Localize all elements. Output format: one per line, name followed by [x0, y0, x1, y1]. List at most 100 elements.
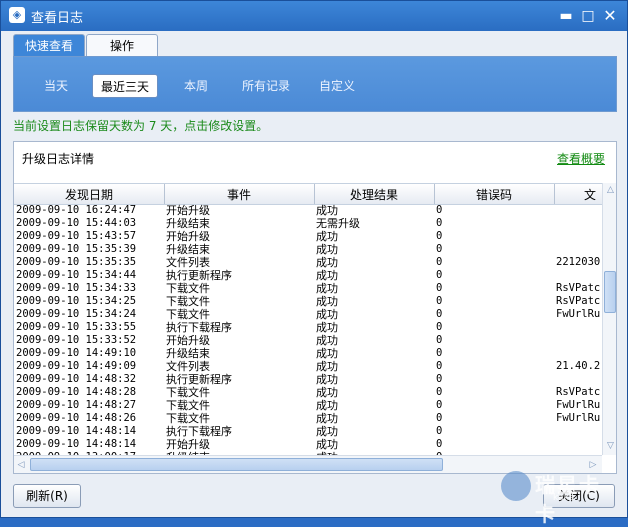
cell-date: 2009-09-10 14:48:14 [16, 425, 137, 437]
cell-date: 2009-09-10 15:34:44 [16, 269, 137, 281]
cell-date: 2009-09-10 15:35:35 [16, 256, 137, 268]
cell-file: RsVPatc [556, 295, 600, 307]
vertical-scrollbar[interactable]: △ ▽ [602, 183, 616, 455]
maximize-button[interactable]: □ [579, 7, 597, 25]
cell-error-code: 0 [436, 204, 443, 216]
view-overview-link[interactable]: 查看概要 [557, 150, 605, 167]
cell-error-code: 0 [436, 373, 443, 385]
cell-error-code: 0 [436, 386, 443, 398]
table-row[interactable]: 2009-09-10 15:34:25 下载文件 成功 0 RsVPatc [14, 295, 600, 308]
cell-date: 2009-09-10 15:35:39 [16, 243, 137, 255]
cell-result: 无需升级 [316, 217, 360, 230]
cell-result: 成功 [316, 360, 338, 373]
column-header-error-code[interactable]: 错误码 [434, 186, 554, 203]
cell-event: 下载文件 [166, 282, 210, 295]
table-row[interactable]: 2009-09-10 14:48:28 下载文件 成功 0 RsVPatc [14, 386, 600, 399]
tab-quick-view[interactable]: 快速查看 [13, 34, 85, 56]
scroll-left-icon[interactable]: ◁ [14, 456, 28, 473]
cell-result: 成功 [316, 243, 338, 256]
cell-event: 开始升级 [166, 438, 210, 451]
table-row[interactable]: 2009-09-10 15:34:33 下载文件 成功 0 RsVPatc [14, 282, 600, 295]
column-header-date[interactable]: 发现日期 [14, 186, 164, 203]
cell-date: 2009-09-10 15:34:25 [16, 295, 137, 307]
table-row[interactable]: 2009-09-10 15:34:24 下载文件 成功 0 FwUrlRu [14, 308, 600, 321]
column-header-result[interactable]: 处理结果 [314, 186, 434, 203]
cell-event: 下载文件 [166, 399, 210, 412]
cell-result: 成功 [316, 321, 338, 334]
table-row[interactable]: 2009-09-10 15:33:52 开始升级 成功 0 [14, 334, 600, 347]
cell-result: 成功 [316, 308, 338, 321]
cell-file: FwUrlRu [556, 308, 600, 320]
refresh-button[interactable]: 刷新(R) [13, 484, 81, 508]
cell-date: 2009-09-10 16:24:47 [16, 204, 137, 216]
cell-error-code: 0 [436, 321, 443, 333]
cell-date: 2009-09-10 14:48:27 [16, 399, 137, 411]
cell-event: 执行更新程序 [166, 373, 232, 386]
cell-event: 升级结束 [166, 347, 210, 360]
cell-result: 成功 [316, 425, 338, 438]
filter-today[interactable]: 当天 [36, 74, 76, 98]
cell-event: 下载文件 [166, 386, 210, 399]
table-row[interactable]: 2009-09-10 15:34:44 执行更新程序 成功 0 [14, 269, 600, 282]
title-bar[interactable]: ◈ 查看日志 ▬ □ ✕ [1, 1, 627, 31]
minimize-button[interactable]: ▬ [557, 7, 575, 25]
cell-file: RsVPatc [556, 386, 600, 398]
table-row[interactable]: 2009-09-10 15:33:55 执行下载程序 成功 0 [14, 321, 600, 334]
shield-icon: ◈ [9, 7, 25, 23]
filter-this-week[interactable]: 本周 [176, 74, 216, 98]
cell-error-code: 0 [436, 308, 443, 320]
table-row[interactable]: 2009-09-10 14:49:09 文件列表 成功 0 21.40.2 [14, 360, 600, 373]
cell-date: 2009-09-10 14:49:09 [16, 360, 137, 372]
table-row[interactable]: 2009-09-10 14:48:26 下载文件 成功 0 FwUrlRu [14, 412, 600, 425]
cell-date: 2009-09-10 15:33:55 [16, 321, 137, 333]
cell-result: 成功 [316, 399, 338, 412]
cell-event: 下载文件 [166, 412, 210, 425]
cell-event: 执行更新程序 [166, 269, 232, 282]
horizontal-scroll-thumb[interactable] [30, 458, 443, 471]
cell-file: FwUrlRu [556, 412, 600, 424]
watermark-icon [501, 471, 531, 501]
table-row[interactable]: 2009-09-10 14:48:32 执行更新程序 成功 0 [14, 373, 600, 386]
cell-file: 21.40.2 [556, 360, 600, 372]
cell-event: 文件列表 [166, 360, 210, 373]
table-row[interactable]: 2009-09-10 14:49:10 升级结束 成功 0 [14, 347, 600, 360]
table-row[interactable]: 2009-09-10 14:48:14 开始升级 成功 0 [14, 438, 600, 451]
watermark-logo: 瑞星卡卡 kaka [501, 467, 621, 526]
table-row[interactable]: 2009-09-10 15:44:03 升级结束 无需升级 0 [14, 217, 600, 230]
column-header-event[interactable]: 事件 [164, 186, 314, 203]
filter-all-records[interactable]: 所有记录 [236, 74, 296, 98]
retention-notice-link[interactable]: 当前设置日志保留天数为 7 天，点击修改设置。 [13, 117, 268, 134]
cell-date: 2009-09-10 14:48:32 [16, 373, 137, 385]
cell-event: 执行下载程序 [166, 425, 232, 438]
table-row[interactable]: 2009-09-10 15:35:39 升级结束 成功 0 [14, 243, 600, 256]
filter-last-three-days[interactable]: 最近三天 [92, 74, 158, 98]
cell-error-code: 0 [436, 412, 443, 424]
scroll-up-icon[interactable]: △ [603, 183, 616, 197]
cell-event: 升级结束 [166, 243, 210, 256]
table-row[interactable]: 2009-09-10 15:35:35 文件列表 成功 0 2212030 [14, 256, 600, 269]
cell-error-code: 0 [436, 282, 443, 294]
cell-event: 开始升级 [166, 230, 210, 243]
table-row[interactable]: 2009-09-10 14:48:14 执行下载程序 成功 0 [14, 425, 600, 438]
table-row[interactable]: 2009-09-10 16:24:47 开始升级 成功 0 [14, 204, 600, 217]
cell-event: 执行下载程序 [166, 321, 232, 334]
vertical-scroll-thumb[interactable] [604, 271, 616, 313]
close-window-button[interactable]: ✕ [601, 7, 619, 25]
filter-custom[interactable]: 自定义 [314, 74, 360, 98]
cell-error-code: 0 [436, 360, 443, 372]
cell-result: 成功 [316, 438, 338, 451]
cell-error-code: 0 [436, 295, 443, 307]
scroll-down-icon[interactable]: ▽ [603, 439, 616, 453]
cell-error-code: 0 [436, 269, 443, 281]
cell-file: 2212030 [556, 256, 600, 268]
table-row[interactable]: 2009-09-10 14:48:27 下载文件 成功 0 FwUrlRu [14, 399, 600, 412]
tab-operations[interactable]: 操作 [86, 34, 158, 56]
cell-result: 成功 [316, 256, 338, 269]
cell-event: 下载文件 [166, 295, 210, 308]
cell-error-code: 0 [436, 334, 443, 346]
cell-error-code: 0 [436, 256, 443, 268]
table-row[interactable]: 2009-09-10 15:43:57 开始升级 成功 0 [14, 230, 600, 243]
cell-result: 成功 [316, 230, 338, 243]
cell-result: 成功 [316, 295, 338, 308]
column-header-file[interactable]: 文 [584, 186, 602, 203]
